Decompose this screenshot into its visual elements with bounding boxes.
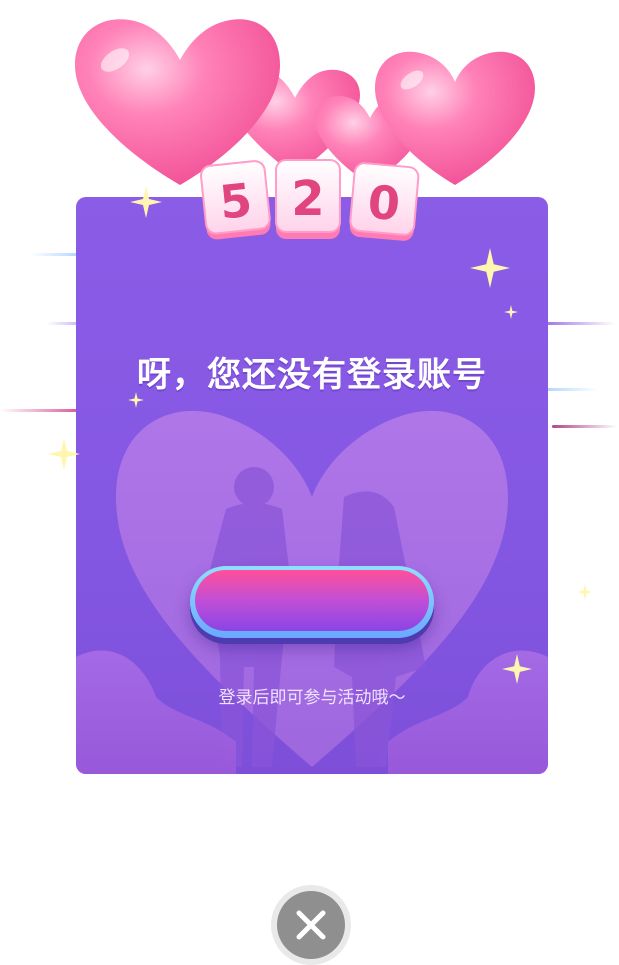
login-required-popup: 呀，您还没有登录账号 登录后即可参与活动哦～ 5 2 0: [0, 0, 619, 965]
sparkle-icon: [48, 438, 80, 470]
sparkle-icon: [502, 654, 532, 684]
decor-streak: [540, 322, 615, 325]
dialog-title: 呀，您还没有登录账号: [137, 355, 487, 395]
badge-520-icon: 5 2 0: [199, 159, 420, 241]
sparkle-icon: [128, 392, 144, 408]
decor-streak: [552, 425, 617, 428]
badge-digit: 5: [217, 173, 254, 230]
close-button[interactable]: [271, 885, 351, 965]
login-button-face: [195, 570, 429, 631]
login-hint: 登录后即可参与活动哦～: [218, 688, 406, 708]
sparkle-icon: [577, 584, 593, 600]
close-icon: [296, 910, 326, 940]
badge-digit: 0: [366, 175, 403, 232]
sparkle-icon: [504, 305, 518, 319]
badge-digit: 2: [291, 171, 324, 227]
sparkle-icon: [470, 248, 510, 288]
login-button[interactable]: [190, 566, 434, 638]
sparkle-icon: [130, 186, 162, 218]
close-button-face: [277, 891, 345, 959]
